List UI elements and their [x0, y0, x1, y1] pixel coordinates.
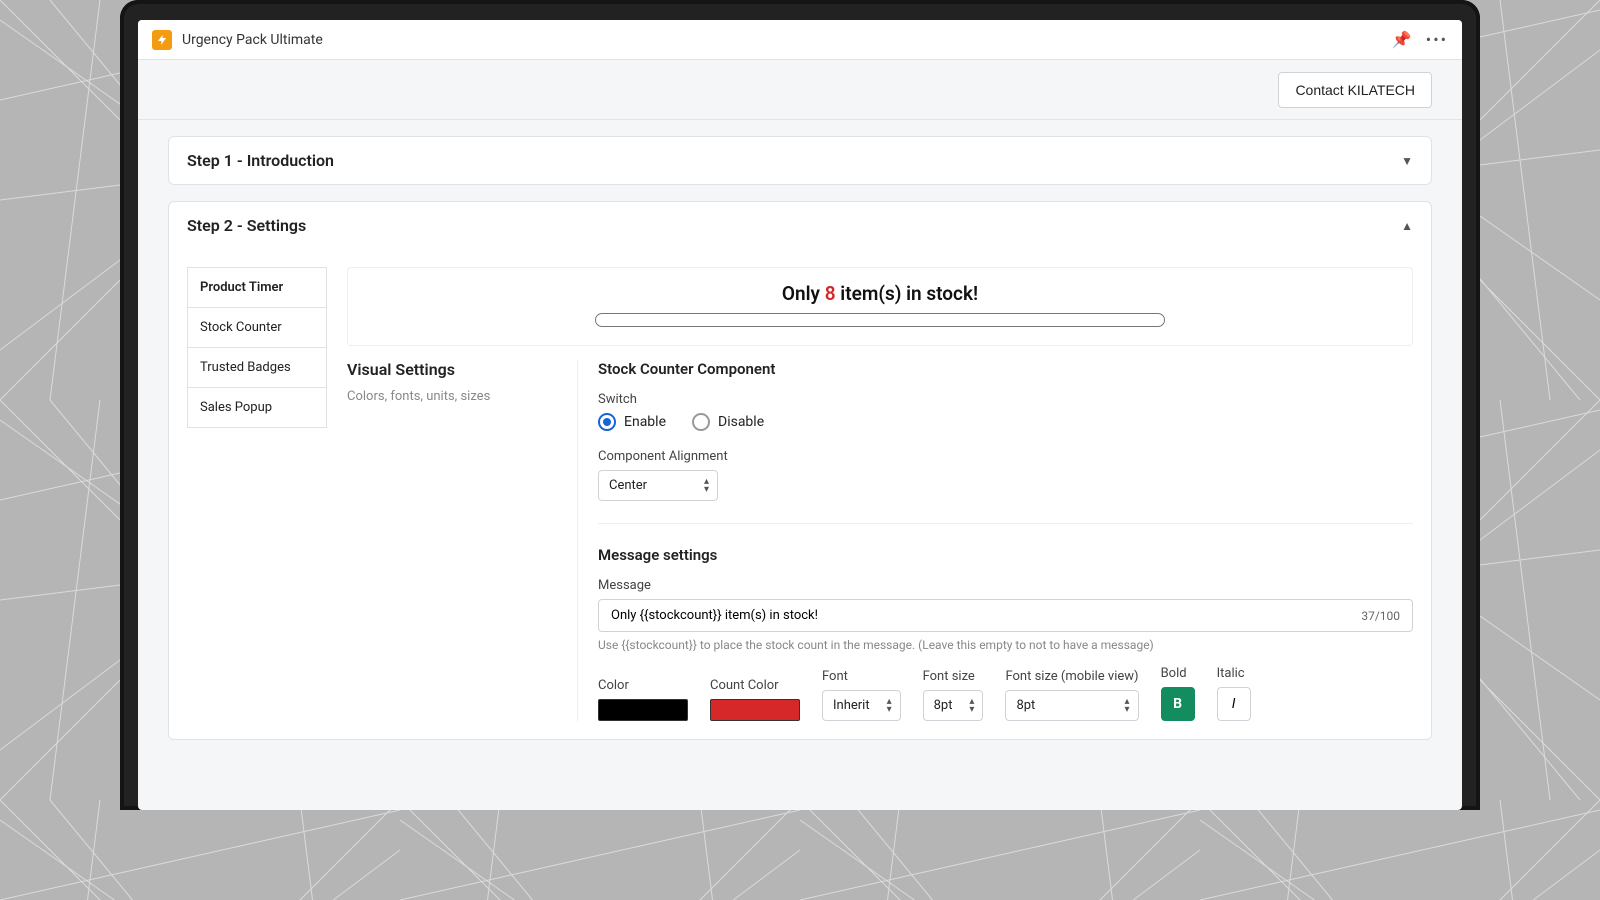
contact-bar: Contact KILATECH — [138, 60, 1462, 120]
app-title: Urgency Pack Ultimate — [182, 32, 323, 48]
font-size-select[interactable]: 8pt ▴▾ — [923, 690, 984, 721]
italic-toggle[interactable]: I — [1217, 687, 1251, 721]
tab-stock-counter[interactable]: Stock Counter — [187, 307, 327, 348]
italic-label: Italic — [1217, 666, 1251, 681]
bold-label: Bold — [1161, 666, 1195, 681]
visual-settings-title: Visual Settings — [347, 360, 557, 379]
color-label: Color — [598, 678, 688, 693]
stock-counter-preview: Only 8 item(s) in stock! — [347, 267, 1413, 346]
message-input[interactable]: Only {{stockcount}} item(s) in stock! 37… — [598, 599, 1413, 632]
radio-enable[interactable]: Enable — [598, 413, 666, 431]
alignment-select[interactable]: Center ▴▾ — [598, 470, 718, 501]
color-swatch[interactable] — [598, 699, 688, 721]
message-hint: Use {{stockcount}} to place the stock co… — [598, 638, 1413, 652]
chevron-down-icon: ▼ — [1401, 154, 1413, 168]
message-char-counter: 37/100 — [1361, 609, 1400, 623]
preview-suffix: item(s) in stock! — [836, 282, 979, 305]
step2-panel: Step 2 - Settings ▲ Product Timer Stock … — [168, 201, 1432, 740]
step2-title: Step 2 - Settings — [187, 216, 306, 235]
step1-title: Step 1 - Introduction — [187, 151, 334, 170]
tab-trusted-badges[interactable]: Trusted Badges — [187, 347, 327, 388]
radio-icon — [598, 413, 616, 431]
select-chevron-icon: ▴▾ — [969, 698, 974, 714]
contact-button[interactable]: Contact KILATECH — [1278, 72, 1432, 108]
message-settings-title: Message settings — [598, 546, 1413, 564]
font-size-mobile-select[interactable]: 8pt ▴▾ — [1005, 690, 1138, 721]
select-chevron-icon: ▴▾ — [704, 478, 709, 494]
visual-settings-subtitle: Colors, fonts, units, sizes — [347, 389, 557, 404]
chevron-up-icon: ▲ — [1401, 219, 1413, 233]
radio-disable[interactable]: Disable — [692, 413, 764, 431]
switch-label: Switch — [598, 392, 1413, 407]
pin-icon[interactable]: 📌 — [1392, 30, 1412, 49]
preview-count: 8 — [825, 282, 836, 305]
font-label: Font — [822, 669, 901, 684]
font-size-label: Font size — [923, 669, 984, 684]
radio-icon — [692, 413, 710, 431]
alignment-label: Component Alignment — [598, 449, 1413, 464]
step2-header[interactable]: Step 2 - Settings ▲ — [169, 202, 1431, 249]
count-color-label: Count Color — [710, 678, 800, 693]
count-color-swatch[interactable] — [710, 699, 800, 721]
more-icon[interactable]: ••• — [1426, 30, 1448, 49]
select-chevron-icon: ▴▾ — [887, 698, 892, 714]
message-label: Message — [598, 578, 1413, 593]
tab-product-timer[interactable]: Product Timer — [187, 267, 327, 308]
step1-panel[interactable]: Step 1 - Introduction ▼ — [168, 136, 1432, 185]
stock-bar — [595, 313, 1165, 327]
settings-tabs: Product Timer Stock Counter Trusted Badg… — [187, 267, 327, 721]
bold-toggle[interactable]: B — [1161, 687, 1195, 721]
font-select[interactable]: Inherit ▴▾ — [822, 690, 901, 721]
app-logo-icon — [152, 30, 172, 50]
divider — [598, 523, 1413, 524]
select-chevron-icon: ▴▾ — [1125, 698, 1130, 714]
tab-sales-popup[interactable]: Sales Popup — [187, 387, 327, 428]
font-size-mobile-label: Font size (mobile view) — [1005, 669, 1138, 684]
title-bar: Urgency Pack Ultimate 📌 ••• — [138, 20, 1462, 60]
preview-prefix: Only — [782, 282, 825, 305]
stock-component-title: Stock Counter Component — [598, 360, 1413, 378]
message-value: Only {{stockcount}} item(s) in stock! — [611, 608, 818, 623]
